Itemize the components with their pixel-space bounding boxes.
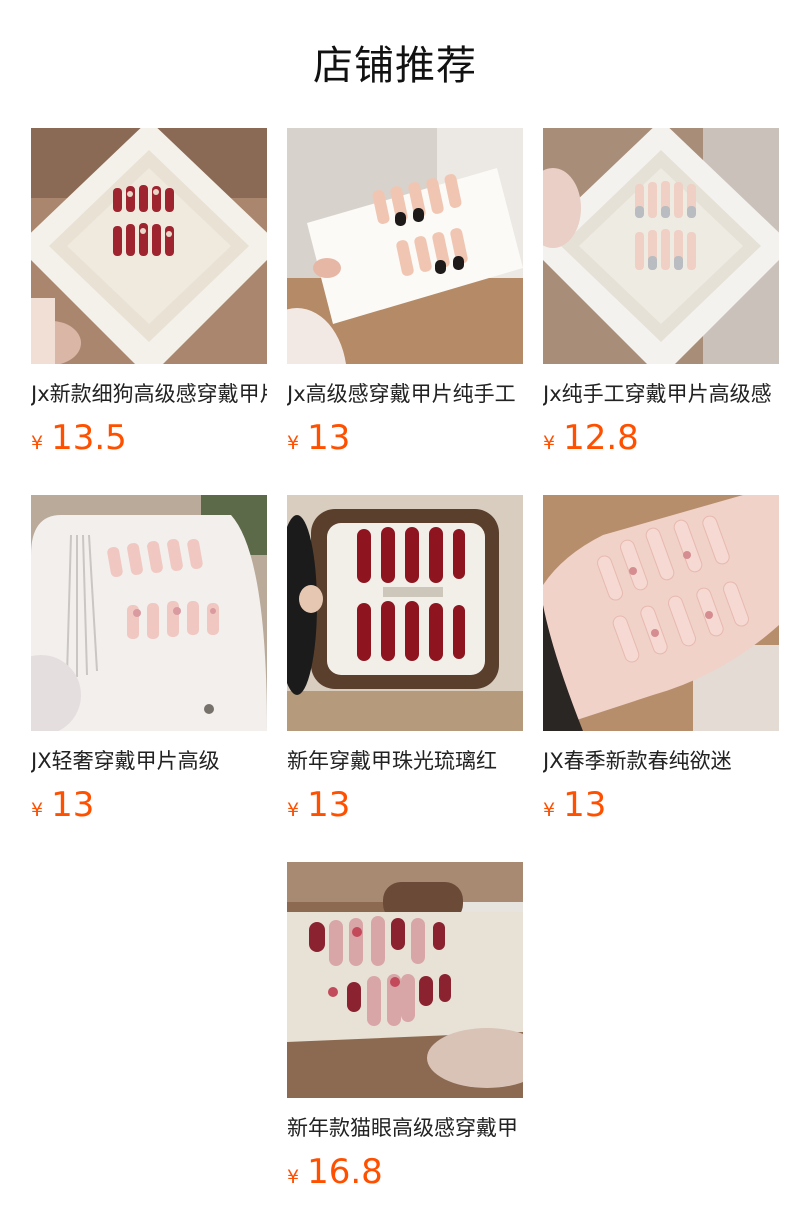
product-image[interactable] <box>543 128 779 364</box>
product-card[interactable]: 新年款猫眼高级感穿戴甲 ¥16.8 <box>287 862 523 1194</box>
nail-image-icon <box>31 128 267 364</box>
price-amount: 13 <box>307 785 351 825</box>
currency-symbol: ¥ <box>543 799 556 821</box>
nail-image-icon <box>287 128 523 364</box>
price-amount: 16.8 <box>307 1152 383 1192</box>
price-amount: 13 <box>307 418 351 458</box>
currency-symbol: ¥ <box>287 432 300 454</box>
currency-symbol: ¥ <box>287 1166 300 1188</box>
price-amount: 13 <box>51 785 95 825</box>
product-image[interactable] <box>287 862 523 1098</box>
product-image[interactable] <box>287 128 523 364</box>
product-card[interactable]: JX轻奢穿戴甲片高级 ¥13 <box>31 495 267 827</box>
currency-symbol: ¥ <box>31 432 44 454</box>
nail-image-icon <box>287 495 523 731</box>
nail-image-icon <box>543 128 779 364</box>
product-image[interactable] <box>31 495 267 731</box>
price-amount: 12.8 <box>563 418 639 458</box>
product-name[interactable]: Jx高级感穿戴甲片纯手工 <box>287 378 523 410</box>
product-image[interactable] <box>543 495 779 731</box>
nail-image-icon <box>287 862 523 1098</box>
product-price: ¥13 <box>543 783 779 827</box>
page-title: 店铺推荐 <box>313 43 477 89</box>
product-price: ¥13 <box>287 416 523 460</box>
product-price: ¥13 <box>31 783 267 827</box>
product-name[interactable]: Jx纯手工穿戴甲片高级感 <box>543 378 779 410</box>
product-image[interactable] <box>287 495 523 731</box>
product-price: ¥16.8 <box>287 1150 523 1194</box>
product-name[interactable]: 新年穿戴甲珠光琉璃红 <box>287 745 523 777</box>
product-price: ¥13 <box>287 783 523 827</box>
product-card[interactable]: 新年穿戴甲珠光琉璃红 ¥13 <box>287 495 523 827</box>
price-amount: 13 <box>563 785 607 825</box>
product-card[interactable]: Jx纯手工穿戴甲片高级感 ¥12.8 <box>543 128 779 460</box>
product-name[interactable]: 新年款猫眼高级感穿戴甲 <box>287 1112 523 1144</box>
product-card[interactable]: JX春季新款春纯欲迷 ¥13 <box>543 495 779 827</box>
product-name[interactable]: JX轻奢穿戴甲片高级 <box>31 745 267 777</box>
nail-image-icon <box>31 495 267 731</box>
product-card[interactable]: Jx高级感穿戴甲片纯手工 ¥13 <box>287 128 523 460</box>
nail-image-icon <box>543 495 779 731</box>
currency-symbol: ¥ <box>287 799 300 821</box>
currency-symbol: ¥ <box>543 432 556 454</box>
product-price: ¥13.5 <box>31 416 267 460</box>
product-price: ¥12.8 <box>543 416 779 460</box>
product-name[interactable]: JX春季新款春纯欲迷 <box>543 745 779 777</box>
product-card[interactable]: Jx新款细狗高级感穿戴甲片 ¥13.5 <box>31 128 267 460</box>
product-name[interactable]: Jx新款细狗高级感穿戴甲片 <box>31 378 267 410</box>
product-image[interactable] <box>31 128 267 364</box>
currency-symbol: ¥ <box>31 799 44 821</box>
price-amount: 13.5 <box>51 418 127 458</box>
